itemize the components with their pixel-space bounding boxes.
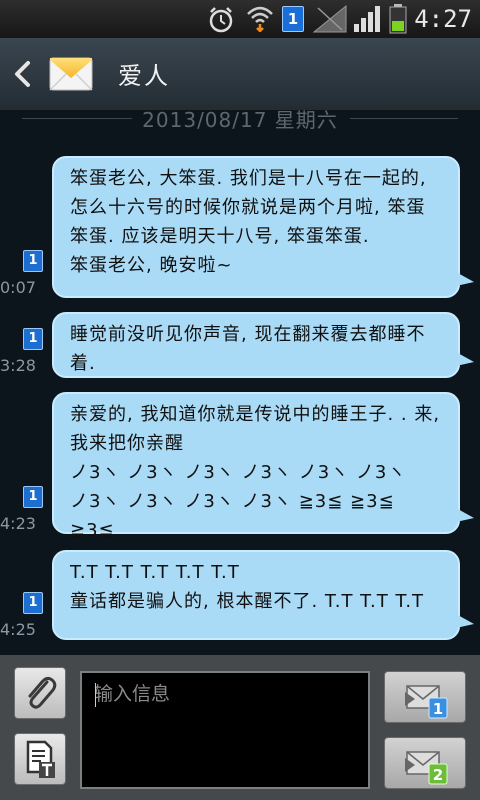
template-text-button[interactable] [14, 733, 66, 785]
message-time: 0:07 [0, 278, 36, 297]
wifi-icon [247, 6, 273, 32]
message-time: 3:28 [0, 356, 36, 375]
paperclip-icon [28, 676, 57, 709]
message-input-placeholder: 输入信息 [94, 683, 171, 705]
message-bubble[interactable]: T.T T.T T.T T.T T.T 童话都是骗人的, 根本醒不了. T.T … [52, 550, 474, 640]
document-text-icon [26, 740, 55, 778]
sim-1-badge: 1 [23, 486, 43, 508]
send-sim2-icon: 2 [405, 751, 448, 785]
sim-1-badge: 1 [23, 328, 43, 350]
attach-button[interactable] [14, 667, 66, 719]
conversation-header: 爱人 [0, 38, 480, 111]
message-time: 4:23 [0, 514, 36, 533]
message-bubble[interactable]: 亲爱的, 我知道你就是传说中的睡王子. . 来, 我来把你亲醒 ノ3ヽ ノ3ヽ … [52, 392, 474, 541]
message-bubble[interactable]: 笨蛋老公, 大笨蛋. 我们是十八号在一起的, 怎么十六号的时候你就说是两个月啦,… [52, 156, 474, 298]
alarm-icon [209, 7, 233, 33]
message-input[interactable]: 输入信息 [80, 671, 370, 789]
back-arrow-icon[interactable] [10, 60, 36, 88]
message-item[interactable]: 睡觉前没听见你声音, 现在翻来覆去都睡不着. 1 3:28 [0, 312, 480, 378]
message-bubble[interactable]: 睡觉前没听见你声音, 现在翻来覆去都睡不着. [52, 312, 474, 378]
svg-text:1: 1 [433, 700, 443, 718]
date-divider: 2013/08/17 星期六 [0, 108, 480, 132]
status-time: 4:27 [414, 5, 472, 33]
battery-icon [389, 4, 407, 34]
svg-text:2: 2 [433, 766, 443, 784]
sim-1-badge: 1 [23, 250, 43, 272]
text-caret [95, 683, 96, 707]
signal-empty-icon [312, 4, 347, 33]
send-sim1-icon: 1 [405, 685, 448, 719]
signal-bars-icon [354, 6, 380, 32]
sim-1-indicator: 1 [282, 6, 304, 32]
message-composer: 输入信息 1 2 [0, 655, 480, 800]
messaging-envelope-icon [49, 57, 93, 91]
message-time: 4:25 [0, 620, 36, 639]
date-divider-line-right [350, 118, 458, 119]
message-item[interactable]: 笨蛋老公, 大笨蛋. 我们是十八号在一起的, 怎么十六号的时候你就说是两个月啦,… [0, 156, 480, 300]
sim-1-badge: 1 [23, 592, 43, 614]
message-item[interactable]: 亲爱的, 我知道你就是传说中的睡王子. . 来, 我来把你亲醒 ノ3ヽ ノ3ヽ … [0, 392, 480, 541]
date-divider-line-left [22, 118, 132, 119]
status-bar: 1 4:27 [0, 0, 480, 38]
message-item[interactable]: T.T T.T T.T T.T T.T 童话都是骗人的, 根本醒不了. T.T … [0, 550, 480, 640]
date-divider-text: 2013/08/17 星期六 [142, 108, 338, 132]
send-sim2-button[interactable]: 2 [384, 737, 466, 789]
send-sim1-button[interactable]: 1 [384, 671, 466, 723]
contact-name: 爱人 [118, 62, 170, 90]
